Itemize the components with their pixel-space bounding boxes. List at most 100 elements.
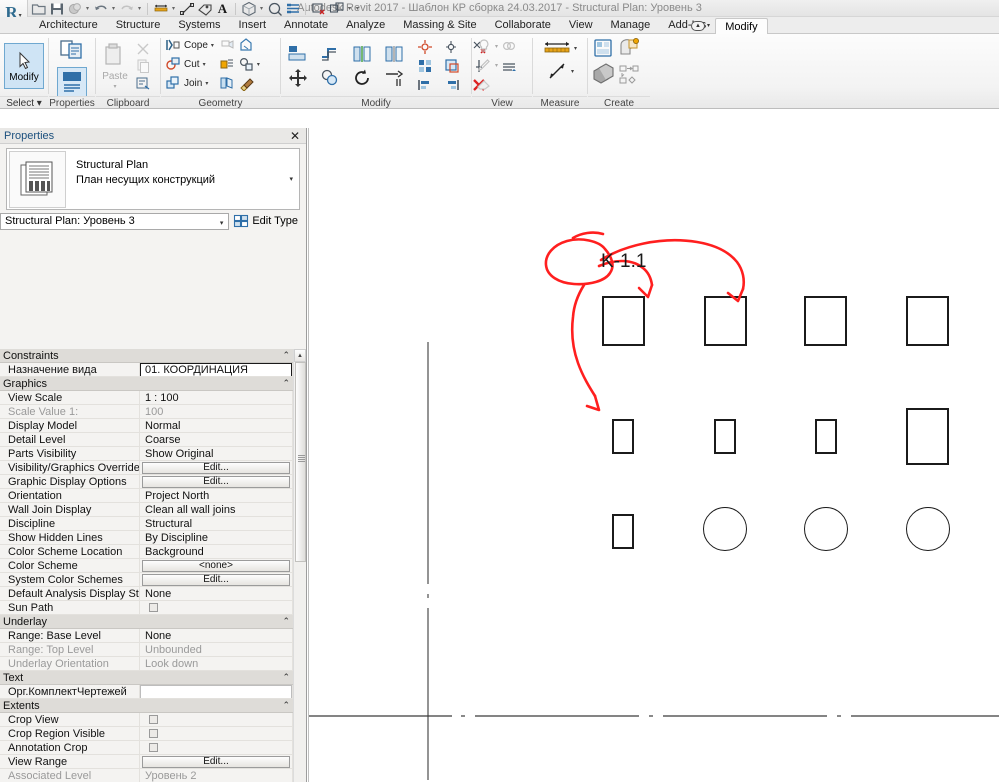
measure-between-references-button[interactable]: ▾ xyxy=(543,39,577,57)
property-text-input[interactable] xyxy=(140,685,292,698)
property-section-graphics[interactable]: Graphics ⌃ xyxy=(0,377,306,391)
edit-type-button[interactable]: Edit Type xyxy=(233,213,302,229)
reveal-hidden-caret[interactable]: ▾ xyxy=(495,43,498,50)
property-value-cell[interactable]: 1 : 100 xyxy=(140,391,293,404)
property-value-cell[interactable] xyxy=(140,727,293,740)
text-icon[interactable]: A xyxy=(214,1,231,17)
edit-family-icon[interactable] xyxy=(618,37,640,59)
thin-lines-icon[interactable] xyxy=(284,1,301,17)
rotate-icon[interactable] xyxy=(351,67,373,89)
eraser-icon[interactable] xyxy=(476,76,492,92)
panel-display-icon[interactable]: ▲ xyxy=(691,20,705,31)
scrollbar-thumb[interactable] xyxy=(295,362,306,562)
section-collapse-icon[interactable]: ⌃ xyxy=(282,700,290,711)
hidden-elements-icon[interactable] xyxy=(501,39,517,55)
paste-button[interactable]: Paste ▾ xyxy=(100,40,130,92)
property-value-cell[interactable]: Clean all wall joins xyxy=(140,503,293,516)
aligned-dimension-icon[interactable] xyxy=(178,1,195,17)
property-value-cell[interactable]: Unbounded xyxy=(140,643,293,656)
geometry-overflow-caret[interactable]: ▾ xyxy=(257,61,260,68)
switch-windows-caret[interactable]: ▾ xyxy=(346,1,353,17)
property-checkbox[interactable] xyxy=(149,715,158,724)
property-edit-button[interactable]: Edit... xyxy=(142,755,290,768)
property-edit-button[interactable]: Edit... xyxy=(142,475,290,488)
chevron-down-icon[interactable]: ▾ xyxy=(220,219,224,227)
property-value-cell[interactable]: None xyxy=(140,629,293,642)
panel-title-select[interactable]: Select ▾ xyxy=(0,96,48,109)
paint-brush-icon[interactable] xyxy=(238,75,254,91)
section-collapse-icon[interactable]: ⌃ xyxy=(282,672,290,683)
close-hidden-windows-icon[interactable] xyxy=(310,1,327,17)
property-value-cell[interactable]: 01. КООРДИНАЦИЯ xyxy=(140,363,293,376)
array-icon[interactable] xyxy=(417,58,433,74)
property-value-cell[interactable]: Background xyxy=(140,545,293,558)
demolish-icon[interactable] xyxy=(238,37,254,53)
wall-opening-icon[interactable] xyxy=(219,75,235,91)
cut-caret[interactable]: ▾ xyxy=(203,61,206,68)
open-icon[interactable] xyxy=(30,1,47,17)
cut-button[interactable]: Cut ▾ xyxy=(165,56,214,72)
split-element-icon[interactable] xyxy=(238,56,254,72)
property-value-cell[interactable] xyxy=(140,713,293,726)
trim-extend-icon[interactable] xyxy=(383,67,405,89)
close-icon[interactable]: ✕ xyxy=(288,129,302,143)
create-part-icon[interactable] xyxy=(618,63,640,85)
measure-along-caret[interactable]: ▾ xyxy=(571,68,574,75)
property-value-cell[interactable]: Normal xyxy=(140,419,293,432)
undo-dropdown-caret[interactable]: ▾ xyxy=(110,1,117,17)
property-value-cell[interactable]: Look down xyxy=(140,657,293,670)
split-face-icon[interactable] xyxy=(219,56,235,72)
structural-column-rect[interactable] xyxy=(612,419,634,454)
section-collapse-icon[interactable]: ⌃ xyxy=(282,378,290,389)
property-value-cell[interactable] xyxy=(140,741,293,754)
paint-icon[interactable] xyxy=(219,37,235,53)
structural-column-rect[interactable] xyxy=(602,296,645,346)
property-section-underlay[interactable]: Underlay ⌃ xyxy=(0,615,306,629)
property-edit-button[interactable]: Edit... xyxy=(142,573,290,586)
type-combo[interactable]: Structural Plan: Уровень 3 ▾ xyxy=(0,212,230,230)
3d-dropdown-caret[interactable]: ▾ xyxy=(258,1,265,17)
property-section-text[interactable]: Text ⌃ xyxy=(0,671,306,685)
copy-move-icon[interactable] xyxy=(319,67,341,89)
show-hidden-lines-icon[interactable] xyxy=(501,59,517,75)
offset-icon[interactable] xyxy=(319,43,341,65)
property-section-constraints[interactable]: Constraints ⌃ xyxy=(0,349,306,363)
3d-view-icon[interactable] xyxy=(240,1,257,17)
tag-icon[interactable] xyxy=(196,1,213,17)
property-checkbox[interactable] xyxy=(149,603,158,612)
property-edit-button[interactable]: <none> xyxy=(142,559,290,572)
properties-scrollbar[interactable]: ▲ xyxy=(293,349,306,782)
structural-column-circle[interactable] xyxy=(703,507,747,551)
modify-button[interactable]: Modify xyxy=(4,43,44,89)
create-group-icon[interactable] xyxy=(592,62,614,84)
property-section-extents[interactable]: Extents ⌃ xyxy=(0,699,306,713)
quick-access-toolbar[interactable]: ▾ ▾ ▾ ▾ A ▾ ▾ ▾ xyxy=(30,0,361,17)
align-left-icon[interactable] xyxy=(417,77,433,93)
structural-column-rect[interactable] xyxy=(906,408,949,465)
section-collapse-icon[interactable]: ⌃ xyxy=(282,616,290,627)
hide-element-button[interactable]: ▾ xyxy=(476,57,498,73)
ribbon-tab-massing-site[interactable]: Massing & Site xyxy=(394,17,485,34)
drawing-canvas[interactable]: K-1.1 xyxy=(308,128,999,782)
property-value-cell[interactable]: Edit... xyxy=(140,755,293,768)
property-value-cell[interactable]: Edit... xyxy=(140,475,293,488)
ribbon-tab-systems[interactable]: Systems xyxy=(169,17,229,34)
join-caret[interactable]: ▾ xyxy=(205,80,208,87)
property-value-cell[interactable]: None xyxy=(140,587,293,600)
mirror-draw-axis-icon[interactable] xyxy=(383,43,405,65)
undo-icon[interactable] xyxy=(92,1,109,17)
align-right-icon[interactable] xyxy=(444,77,460,93)
structural-column-rect[interactable] xyxy=(704,296,747,346)
measure-dropdown-caret[interactable]: ▾ xyxy=(170,1,177,17)
ribbon-tab-structure[interactable]: Structure xyxy=(107,17,170,34)
cut-scissors-icon[interactable] xyxy=(135,41,151,57)
pin-icon[interactable] xyxy=(417,39,433,55)
copy-icon[interactable] xyxy=(135,58,151,74)
property-value-cell[interactable]: By Discipline xyxy=(140,531,293,544)
property-value-cell[interactable]: 100 xyxy=(140,405,293,418)
structural-column-rect[interactable] xyxy=(612,514,634,549)
measure-caret[interactable]: ▾ xyxy=(574,45,577,52)
structural-column-rect[interactable] xyxy=(906,296,949,346)
switch-windows-icon[interactable] xyxy=(328,1,345,17)
ribbon-tab-modify[interactable]: Modify xyxy=(715,18,768,35)
